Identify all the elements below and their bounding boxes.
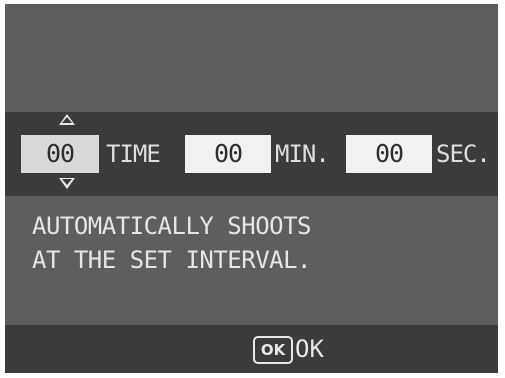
minutes-unit-label: MIN. <box>275 140 330 168</box>
seconds-unit-label: SEC. <box>436 140 491 168</box>
interval-row: 00 TIME 00 MIN. 00 SEC. <box>5 135 498 173</box>
interval-setting-bar: 00 TIME 00 MIN. 00 SEC. <box>5 112 498 196</box>
seconds-field[interactable]: 00 <box>346 135 432 173</box>
help-message-line-1: AUTOMATICALLY SHOOTS <box>32 212 311 240</box>
camera-screen: 00 TIME 00 MIN. 00 SEC. AUTOMATICALLY SH… <box>5 4 498 373</box>
down-arrow-icon[interactable] <box>59 178 75 189</box>
ok-label: OK <box>295 335 324 363</box>
ok-button-icon: OK <box>253 336 293 364</box>
hours-field[interactable]: 00 <box>21 135 99 173</box>
top-band <box>5 4 498 112</box>
hours-unit-label: TIME <box>106 140 161 168</box>
help-message-line-2: AT THE SET INTERVAL. <box>32 246 311 274</box>
minutes-field[interactable]: 00 <box>185 135 271 173</box>
help-message: AUTOMATICALLY SHOOTS AT THE SET INTERVAL… <box>32 209 311 277</box>
bottom-bar: OK OK <box>5 325 498 373</box>
up-arrow-icon[interactable] <box>59 114 75 125</box>
